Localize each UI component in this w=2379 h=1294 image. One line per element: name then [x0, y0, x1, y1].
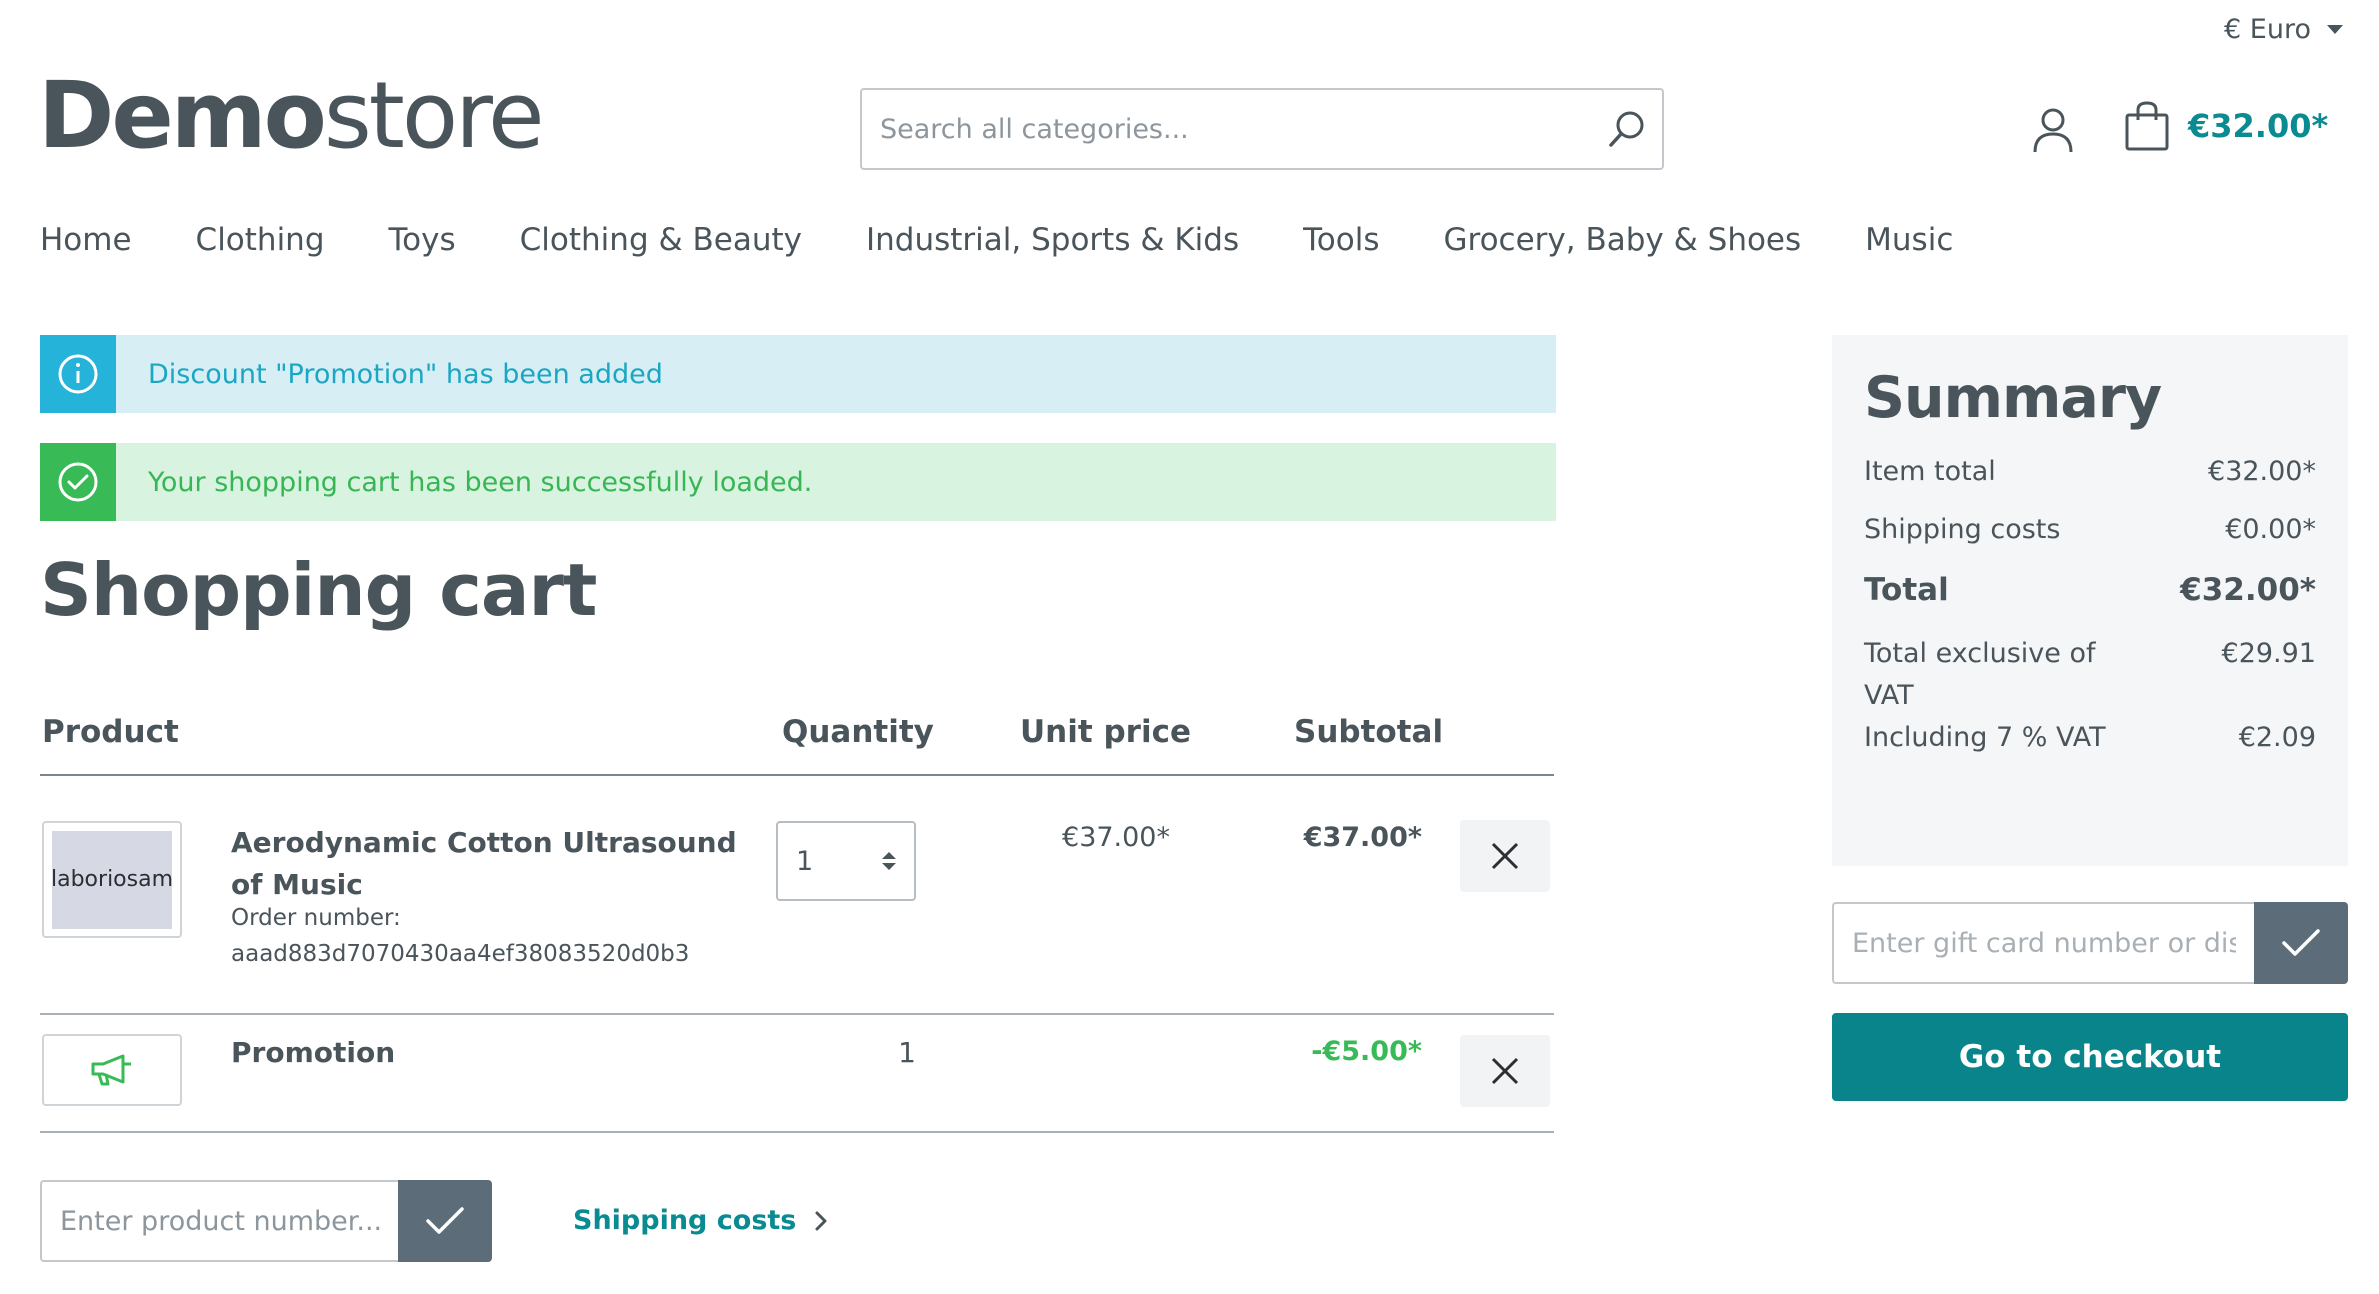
promotion-code-form — [1832, 902, 2348, 984]
cart-total: €32.00* — [2188, 107, 2329, 145]
order-number-label: Order number: — [231, 905, 401, 931]
chevron-right-icon — [815, 1211, 827, 1230]
main-navigation: Home Clothing Toys Clothing & Beauty Ind… — [40, 222, 2017, 258]
search-icon — [1609, 111, 1644, 147]
summary-label: Item total — [1864, 456, 1996, 487]
info-alert-text: Discount "Promotion" has been added — [148, 358, 663, 390]
currency-dropdown[interactable]: € Euro — [2224, 14, 2343, 45]
caret-down-icon — [2327, 25, 2343, 34]
header-divider — [40, 774, 1554, 776]
close-icon — [1491, 842, 1519, 870]
summary-value: €32.00* — [2180, 572, 2316, 608]
summary-value: €2.09 — [2238, 722, 2316, 753]
summary-label: Total — [1864, 572, 1949, 608]
success-alert-text: Your shopping cart has been successfully… — [148, 466, 813, 498]
account-button[interactable] — [2030, 106, 2076, 156]
summary-row-total: Total €32.00* — [1864, 569, 2316, 611]
shopping-bag-icon — [2125, 101, 2169, 151]
nav-item-grocery-baby-shoes[interactable]: Grocery, Baby & Shoes — [1444, 222, 1802, 258]
summary-value: €0.00* — [2225, 514, 2316, 545]
nav-item-clothing-beauty[interactable]: Clothing & Beauty — [520, 222, 802, 258]
summary-label: Shipping costs — [1864, 514, 2061, 545]
promotion-thumbnail — [42, 1034, 182, 1106]
row-divider — [40, 1013, 1554, 1015]
store-logo[interactable]: Demostore — [38, 70, 545, 162]
shipping-costs-link[interactable]: Shipping costs — [573, 1205, 828, 1236]
nav-item-toys[interactable]: Toys — [389, 222, 456, 258]
search-bar — [860, 88, 1664, 170]
page-title: Shopping cart — [40, 548, 597, 632]
promotion-subtotal: -€5.00* — [1311, 1036, 1422, 1067]
close-icon — [1491, 1057, 1519, 1085]
remove-item-button[interactable] — [1460, 820, 1550, 892]
order-number-value: aaad883d7070430aa4ef38083520d0b3 — [231, 941, 690, 967]
column-header-subtotal: Subtotal — [1294, 714, 1444, 750]
apply-code-button[interactable] — [2254, 902, 2348, 984]
logo-bold-text: Demo — [38, 62, 327, 169]
success-icon-box — [40, 443, 116, 521]
nav-item-industrial-sports-kids[interactable]: Industrial, Sports & Kids — [866, 222, 1239, 258]
promotion-name: Promotion — [231, 1036, 396, 1069]
nav-item-tools[interactable]: Tools — [1303, 222, 1379, 258]
checkmark-icon — [426, 1207, 464, 1234]
summary-row-shipping: Shipping costs €0.00* — [1864, 509, 2316, 551]
go-to-checkout-button[interactable]: Go to checkout — [1832, 1013, 2348, 1101]
promotion-code-input[interactable] — [1832, 902, 2254, 984]
summary-row-vat: Including 7 % VAT €2.09 — [1864, 717, 2316, 759]
nav-item-home[interactable]: Home — [40, 222, 132, 258]
quantity-value: 1 — [796, 845, 814, 877]
cart-button[interactable]: €32.00* — [2124, 100, 2328, 152]
summary-title: Summary — [1864, 365, 2162, 431]
info-icon — [58, 354, 98, 394]
checkmark-circle-icon — [58, 462, 98, 502]
product-thumbnail[interactable]: laboriosam — [42, 821, 182, 938]
success-alert: Your shopping cart has been successfully… — [40, 443, 1556, 521]
info-icon-box — [40, 335, 116, 413]
quantity-select[interactable]: 1 — [776, 821, 916, 901]
summary-label: Total exclusive of VAT — [1864, 638, 2096, 711]
select-arrows-icon — [882, 852, 896, 870]
summary-row-net-total: Total exclusive of VAT €29.91 — [1864, 633, 2316, 717]
order-summary: Summary Item total €32.00* Shipping cost… — [1832, 335, 2348, 866]
add-product-button[interactable] — [398, 1180, 492, 1262]
search-button[interactable] — [1592, 90, 1662, 168]
info-alert: Discount "Promotion" has been added — [40, 335, 1556, 413]
summary-label: Including 7 % VAT — [1864, 722, 2106, 753]
column-header-quantity: Quantity — [782, 714, 934, 750]
add-product-form — [40, 1180, 492, 1262]
product-number-input[interactable] — [40, 1180, 398, 1262]
summary-value: €32.00* — [2208, 456, 2316, 487]
user-icon — [2033, 108, 2073, 153]
nav-item-music[interactable]: Music — [1865, 222, 1953, 258]
row-divider — [40, 1131, 1554, 1133]
search-input[interactable] — [862, 90, 1592, 168]
shipping-costs-label: Shipping costs — [573, 1205, 797, 1236]
item-subtotal: €37.00* — [1303, 822, 1422, 853]
unit-price: €37.00* — [1062, 822, 1170, 853]
logo-light-text: store — [323, 62, 545, 169]
checkmark-icon — [2282, 929, 2320, 956]
promotion-quantity: 1 — [898, 1036, 916, 1069]
summary-value: €29.91 — [2221, 638, 2316, 669]
column-header-unit-price: Unit price — [1020, 714, 1191, 750]
summary-row-item-total: Item total €32.00* — [1864, 451, 2316, 493]
megaphone-icon — [91, 1054, 131, 1086]
remove-promotion-button[interactable] — [1460, 1035, 1550, 1107]
column-header-product: Product — [42, 714, 179, 750]
currency-label: € Euro — [2224, 14, 2311, 45]
nav-item-clothing[interactable]: Clothing — [196, 222, 325, 258]
product-name-link[interactable]: Aerodynamic Cotton Ultrasound of Music — [231, 822, 741, 906]
product-image: laboriosam — [51, 830, 173, 929]
page: € Euro Demostore €32.00* Home Clot — [0, 0, 2379, 1294]
